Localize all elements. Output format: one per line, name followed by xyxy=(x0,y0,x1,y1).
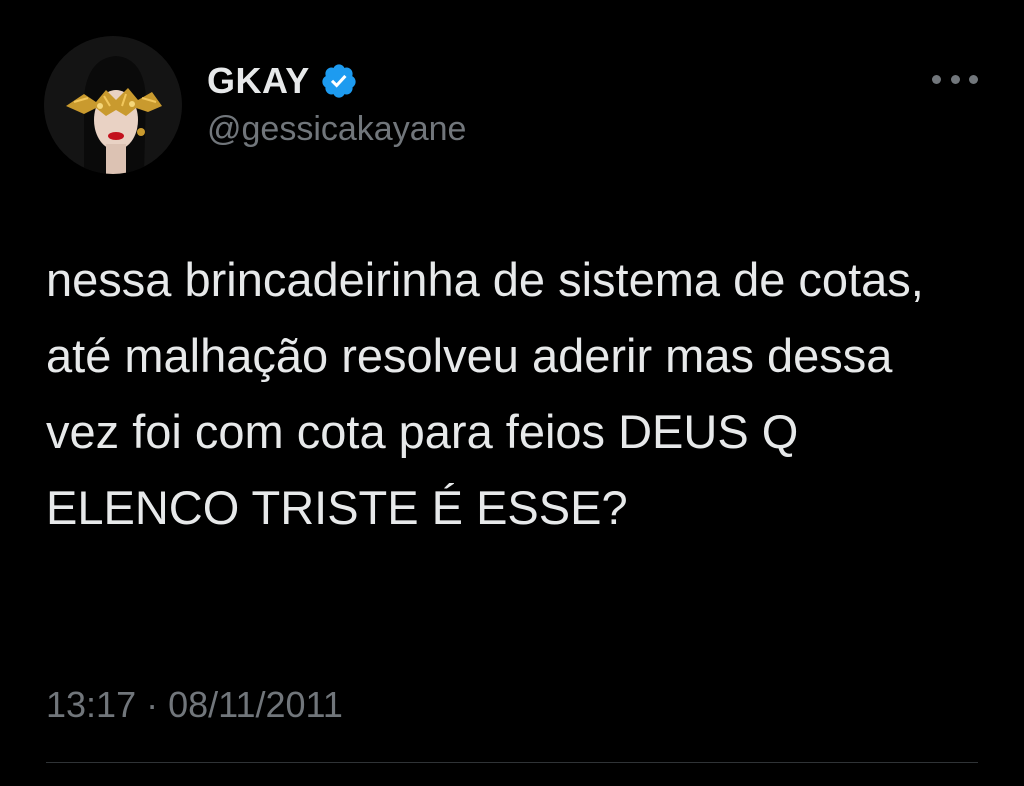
more-options-dot xyxy=(950,74,960,84)
avatar[interactable] xyxy=(44,36,182,174)
author-name-row: GKAY xyxy=(207,58,358,104)
author-handle[interactable]: @gessicakayane xyxy=(207,110,466,149)
divider xyxy=(46,762,978,763)
more-options-dot xyxy=(969,74,978,84)
verified-badge-icon xyxy=(320,62,358,100)
tweet-card: GKAY @gessicakayane nessa brincadeirinha… xyxy=(0,0,1024,786)
masked-woman-avatar-icon xyxy=(44,36,182,174)
more-options-icon[interactable] xyxy=(932,66,978,92)
more-options-dot xyxy=(932,74,941,84)
tweet-text: nessa brincadeirinha de sistema de cotas… xyxy=(46,253,924,534)
tweet-timestamp[interactable]: 13:17 · 08/11/2011 xyxy=(46,684,343,726)
display-name[interactable]: GKAY xyxy=(207,60,310,102)
